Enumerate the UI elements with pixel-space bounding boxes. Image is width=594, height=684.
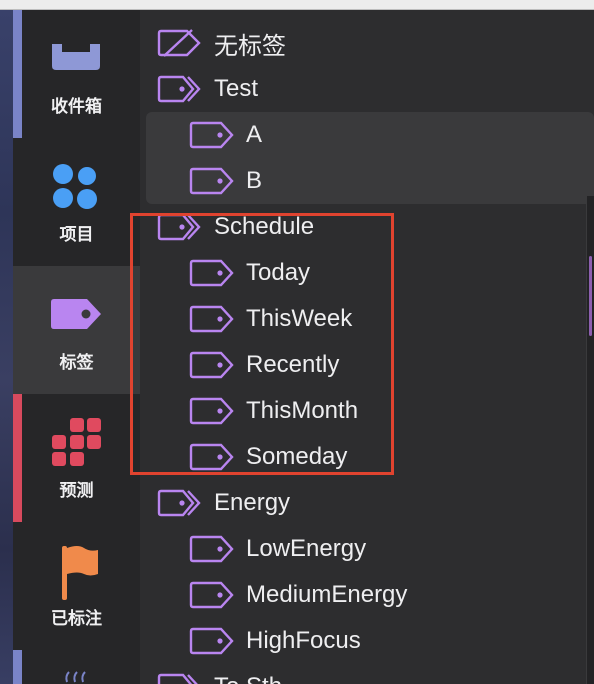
tag-label: HighFocus: [246, 627, 361, 654]
tag-icon: [189, 581, 234, 609]
tag-group-icon: [157, 75, 201, 103]
tag-row-mediumenergy[interactable]: MediumEnergy: [189, 572, 407, 618]
tag-row-lowenergy[interactable]: LowEnergy: [189, 526, 366, 572]
tag-label: B: [246, 167, 263, 194]
sidebar-accent-bar: [13, 394, 22, 522]
sidebar-accent-bar: [13, 10, 22, 138]
sidebar-item-projects[interactable]: 项目: [13, 138, 140, 266]
tag-row-partial[interactable]: To Sth: [157, 664, 282, 684]
tag-icon: [189, 535, 234, 563]
tag-group-icon: [157, 489, 201, 517]
sidebar-item-flagged[interactable]: 已标注: [13, 522, 140, 650]
tag-icon: [51, 299, 101, 329]
tag-icon: [189, 121, 234, 149]
sidebar-item-label: 标签: [59, 353, 94, 373]
tag-label: LowEnergy: [246, 535, 367, 562]
untagged-icon: [157, 29, 201, 57]
sidebar-item-inbox[interactable]: 收件箱: [13, 10, 140, 138]
overlay-panel-edge: [586, 196, 594, 684]
tag-row-b[interactable]: B: [189, 158, 262, 204]
tag-icon: [189, 167, 234, 195]
tag-label: MediumEnergy: [246, 581, 408, 608]
sidebar-item-label: 项目: [59, 225, 94, 245]
tag-row-untagged[interactable]: 无标签: [157, 20, 286, 66]
tag-label: A: [246, 121, 263, 148]
tag-label: 无标签: [214, 32, 286, 60]
forecast-icon: [52, 418, 101, 466]
sidebar-item-label: 已标注: [51, 609, 102, 629]
desktop-background-edge: [0, 10, 13, 684]
inbox-icon: [52, 44, 100, 70]
tag-label: To Sth: [214, 673, 282, 684]
sidebar-item-label: 预测: [59, 481, 94, 501]
projects-icon: [53, 164, 97, 209]
sidebar-accent-bar: [13, 650, 22, 684]
partial-icon: [65, 671, 86, 683]
tag-label: Test: [214, 75, 259, 102]
tag-group-icon: [157, 673, 198, 684]
tag-icon: [189, 627, 234, 655]
tag-row-energy[interactable]: Energy: [157, 480, 290, 526]
window-top-edge: [0, 0, 594, 10]
perspective-sidebar: 收件箱 项目 标签 预测 已标注: [13, 10, 140, 684]
scrollbar[interactable]: [589, 256, 592, 336]
sidebar-item-next[interactable]: [13, 650, 140, 684]
sidebar-item-tags[interactable]: 标签: [13, 266, 140, 394]
tag-row-test[interactable]: Test: [157, 66, 258, 112]
tag-row-a[interactable]: A: [189, 112, 262, 158]
sidebar-item-forecast[interactable]: 预测: [13, 394, 140, 522]
annotation-highlight-box: [130, 213, 394, 475]
tag-row-highfocus[interactable]: HighFocus: [189, 618, 361, 664]
sidebar-item-label: 收件箱: [51, 97, 102, 117]
tag-label: Energy: [214, 489, 291, 516]
flag-icon: [62, 546, 98, 600]
